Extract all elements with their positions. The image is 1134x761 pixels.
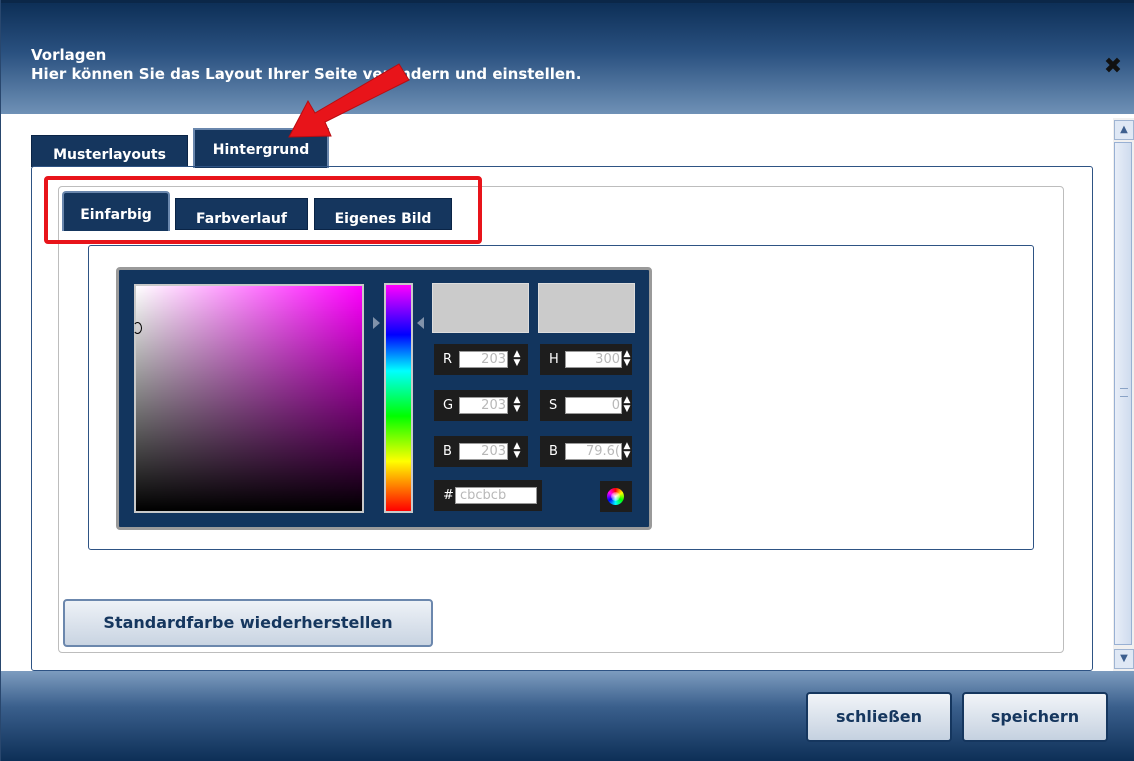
saturation-input[interactable]: 0 [565, 397, 622, 414]
saturation-field: S 0 ▲ ▼ [540, 390, 632, 421]
blue-spinner-icon[interactable]: ▲ ▼ [513, 442, 521, 460]
brightness-label: B [549, 444, 558, 459]
green-input[interactable]: 203 [459, 397, 508, 414]
green-spinner-icon[interactable]: ▲ ▼ [513, 396, 521, 414]
template-dialog: Vorlagen Hier können Sie das Layout Ihre… [0, 0, 1134, 761]
save-button[interactable]: speichern [962, 692, 1108, 742]
hex-label: # [443, 488, 454, 503]
blue-field: B 203 ▲ ▼ [434, 436, 528, 467]
red-label: R [443, 352, 453, 367]
tabs-highlight-frame [44, 176, 482, 244]
red-spinner-icon[interactable]: ▲ ▼ [513, 350, 521, 368]
vertical-scrollbar[interactable]: ▲ ▼ [1113, 118, 1134, 671]
green-label: G [443, 398, 454, 413]
dialog-header: Vorlagen Hier können Sie das Layout Ihre… [1, 0, 1134, 114]
hue-spinner-icon[interactable]: ▲ ▼ [623, 350, 631, 368]
tab-musterlayouts[interactable]: Musterlayouts [31, 135, 188, 167]
brightness-field: B 79.6( ▲ ▼ [540, 436, 632, 467]
previous-color-swatch[interactable] [538, 283, 635, 333]
scrollbar-thumb[interactable] [1114, 142, 1132, 645]
brightness-spinner-icon[interactable]: ▲ ▼ [623, 442, 631, 460]
hue-slider[interactable] [384, 283, 413, 513]
hue-slider-arrow-right-icon[interactable] [417, 317, 424, 329]
blue-input[interactable]: 203 [459, 443, 508, 460]
dialog-title: Vorlagen [31, 46, 107, 64]
hue-input[interactable]: 300 [565, 351, 622, 368]
new-color-swatch [432, 283, 529, 333]
red-input[interactable]: 203 [459, 351, 508, 368]
blue-label: B [443, 444, 452, 459]
scroll-down-icon[interactable]: ▼ [1114, 649, 1134, 669]
green-field: G 203 ▲ ▼ [434, 390, 528, 421]
color-cursor[interactable] [133, 322, 142, 334]
red-field: R 203 ▲ ▼ [434, 344, 528, 375]
hue-field: H 300 ▲ ▼ [540, 344, 632, 375]
close-button[interactable]: schließen [806, 692, 952, 742]
brightness-input[interactable]: 79.6( [565, 443, 622, 460]
close-icon[interactable]: ✖ [1101, 55, 1125, 79]
hue-slider-arrow-left-icon[interactable] [373, 317, 380, 329]
scrollbar-grip-icon [1120, 388, 1128, 397]
hex-input[interactable]: cbcbcb [455, 487, 537, 504]
red-arrow-annotation-icon [288, 63, 410, 138]
saturation-spinner-icon[interactable]: ▲ ▼ [623, 396, 631, 414]
hex-field: # cbcbcb [434, 480, 542, 511]
restore-default-color-button[interactable]: Standardfarbe wiederherstellen [63, 599, 433, 647]
color-wheel-button[interactable] [600, 481, 632, 512]
hue-label: H [549, 352, 559, 367]
color-wheel-icon [607, 488, 624, 505]
saturation-value-area[interactable] [134, 284, 364, 513]
scroll-up-icon[interactable]: ▲ [1114, 120, 1134, 140]
saturation-label: S [549, 398, 558, 413]
